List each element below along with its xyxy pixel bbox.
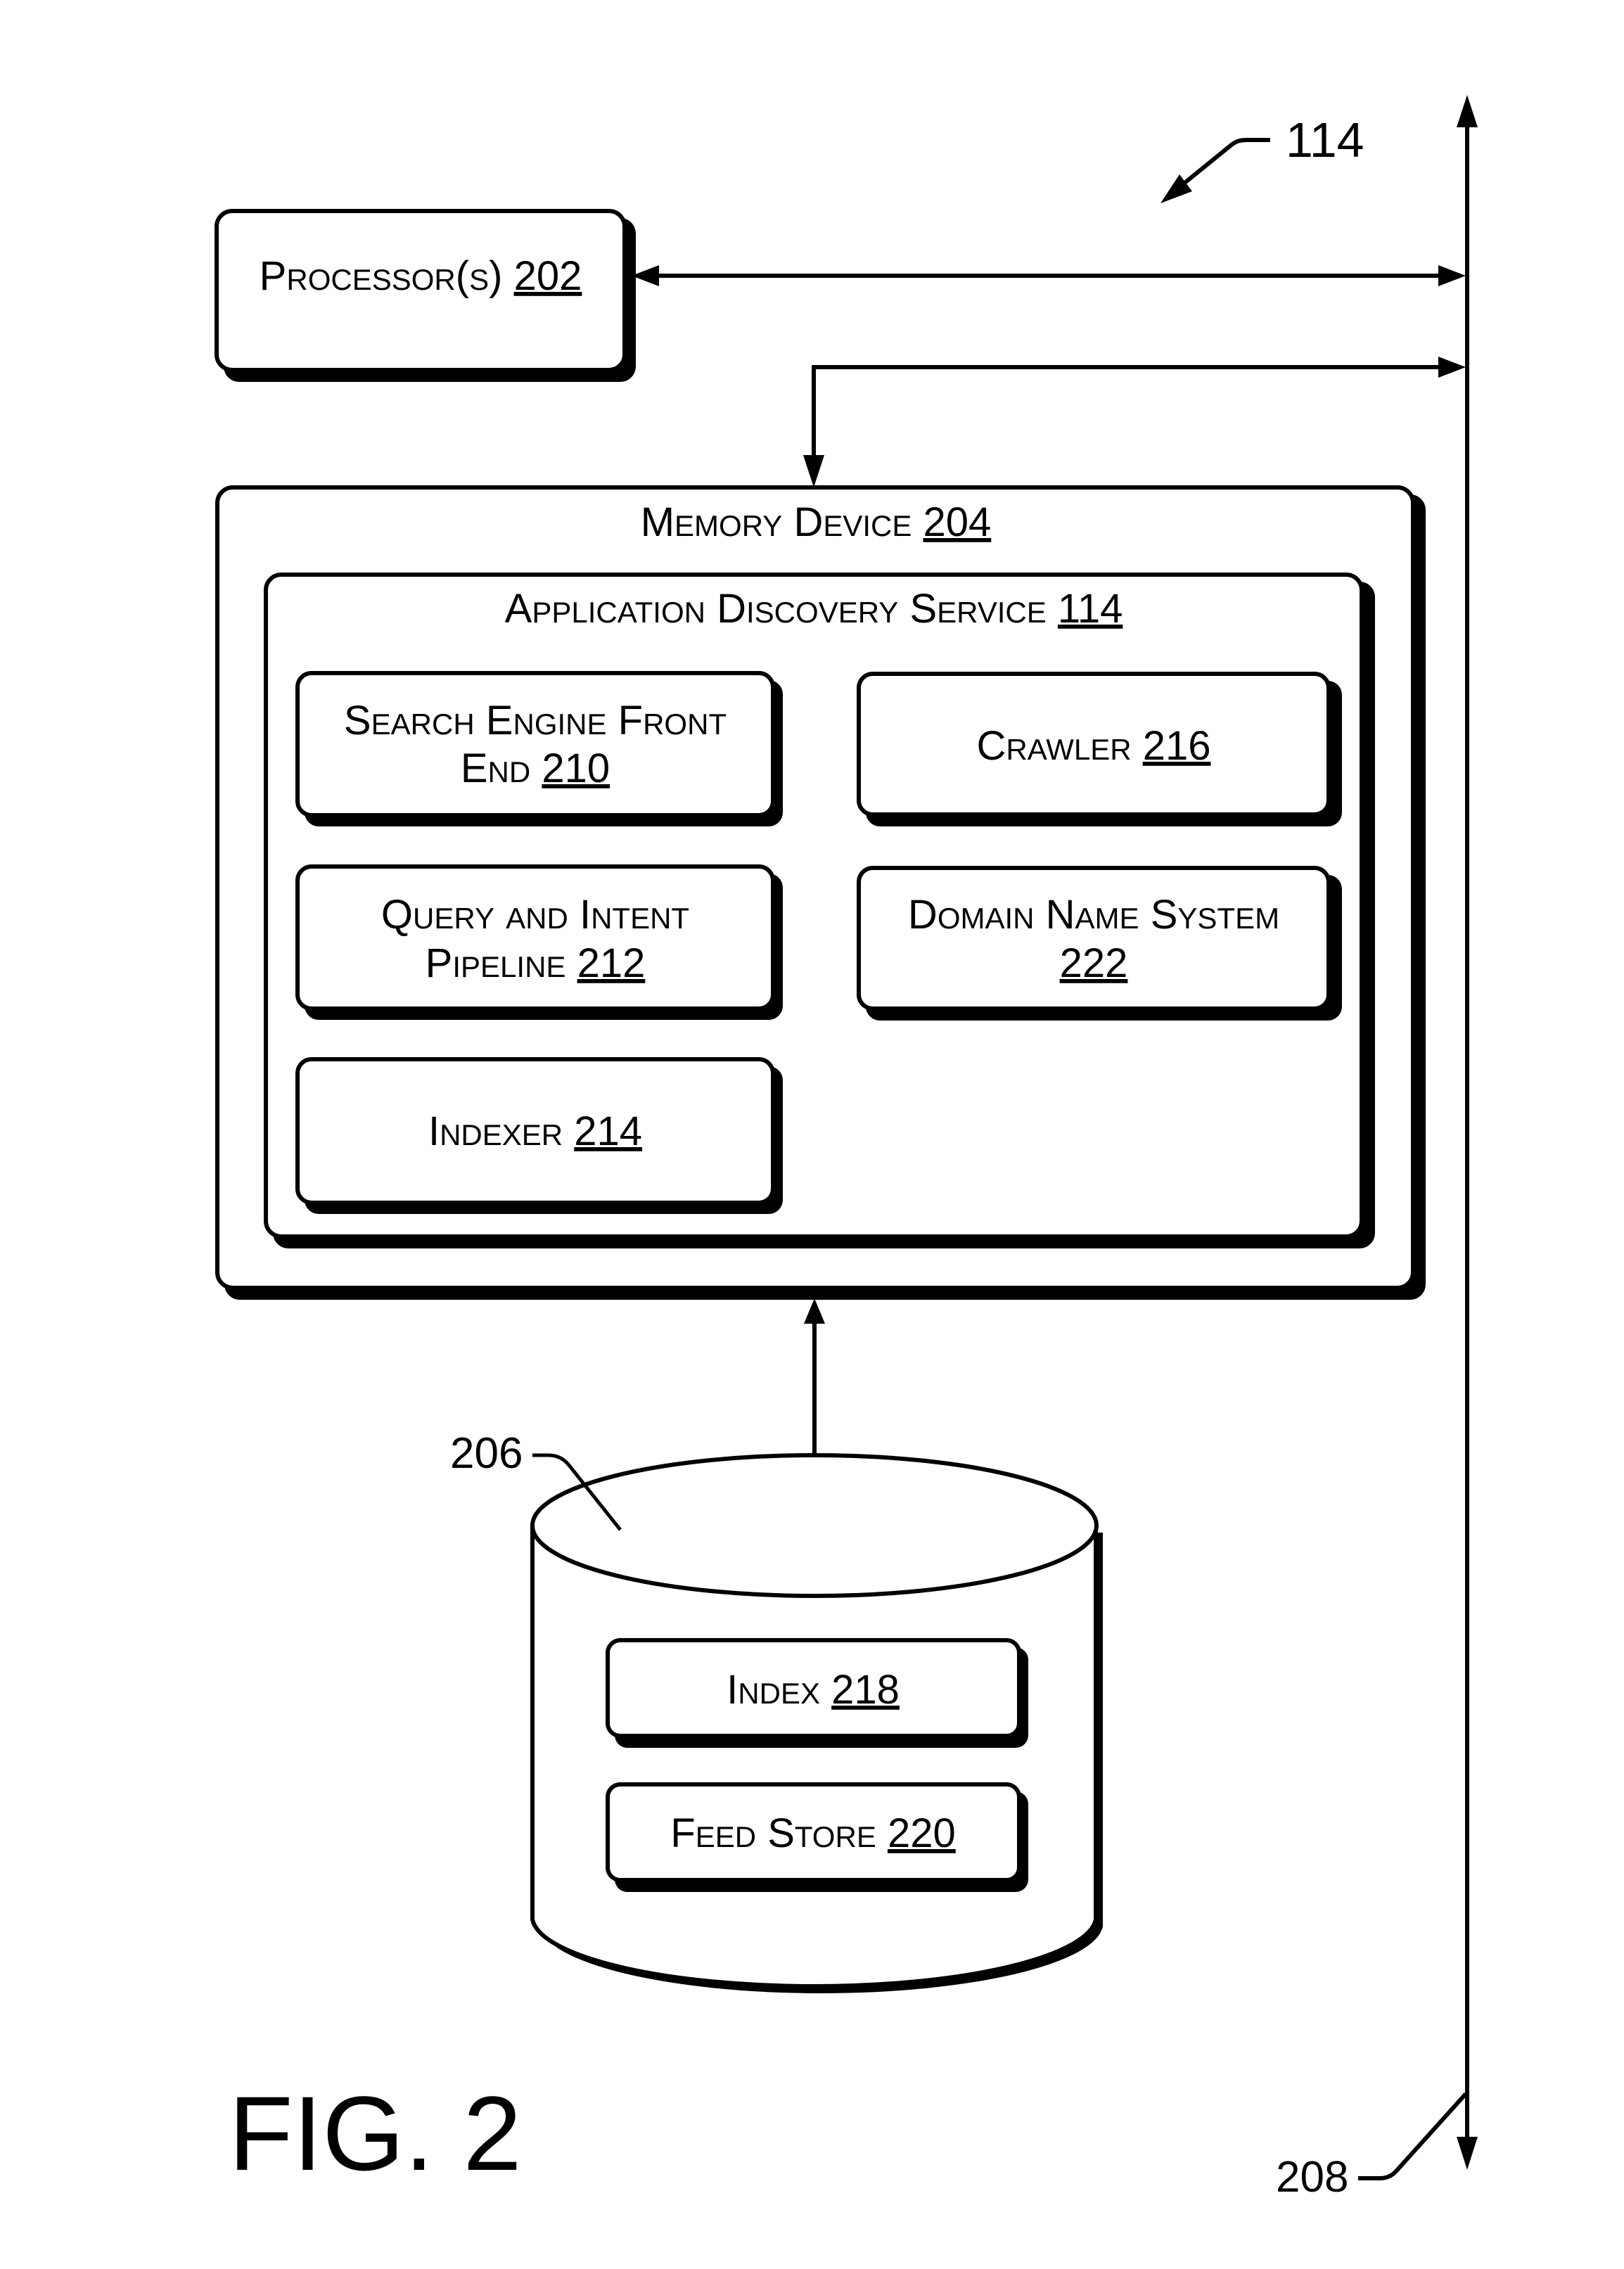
figure-reference-label: 114 — [1286, 113, 1364, 167]
memory-bus-connector — [803, 357, 1466, 487]
search-engine-front-end-label-line2: END 210 — [461, 746, 610, 791]
memory-bus-line — [812, 365, 1442, 464]
figure-reference-114: 114 — [1161, 113, 1364, 203]
storage-reference-label: 206 — [450, 1429, 523, 1478]
domain-name-system-box: DOMAIN NAME SYSTEM 222 — [857, 866, 1342, 1021]
search-engine-front-end-box: SEARCH ENGINE FRONT END 210 — [295, 671, 783, 826]
processor-bus-connector — [632, 265, 1466, 286]
memory-arrowhead-icon — [804, 1298, 825, 1324]
index-box: INDEX 218 — [606, 1638, 1028, 1748]
query-intent-pipeline-box: QUERY AND INTENT PIPELINE 212 — [295, 864, 783, 1020]
bus-reference-label: 208 — [1276, 2153, 1348, 2201]
bus-arrowhead-icon — [1438, 265, 1466, 286]
memory-arrowhead-icon — [803, 455, 824, 487]
indexer-box: INDEXER 214 — [295, 1057, 783, 1214]
domain-name-system-label-line2: 222 — [1060, 940, 1128, 986]
feed-store-box: FEED STORE 220 — [606, 1782, 1028, 1892]
crawler-box: CRAWLER 216 — [857, 672, 1342, 826]
bus-arrowhead-icon — [1438, 357, 1466, 378]
system-diagram: 114 208 PROCESSOR(S) 202 MEMORY DEVICE 2… — [215, 95, 1478, 2201]
bus-leader-line — [1358, 2092, 1468, 2180]
figure-label: FIG. 2 — [229, 2074, 522, 2192]
bus-bottom-arrowhead-icon — [1457, 2137, 1478, 2170]
processor-box: PROCESSOR(S) 202 — [215, 209, 636, 382]
reference-leader-line — [1175, 138, 1270, 192]
bus-top-arrowhead-icon — [1457, 95, 1478, 127]
